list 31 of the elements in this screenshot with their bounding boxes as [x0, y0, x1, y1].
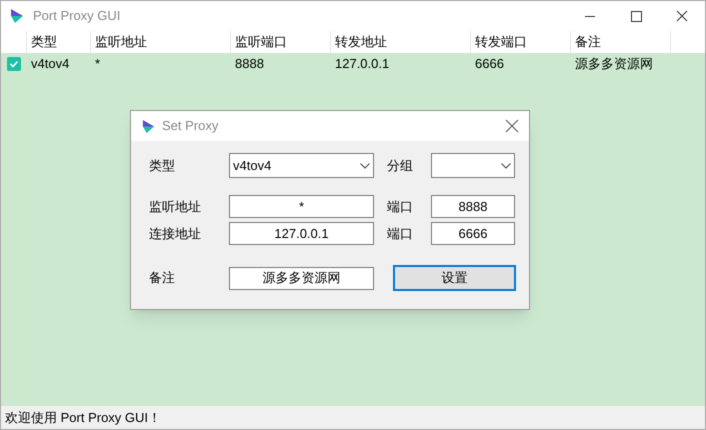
app-logo-icon [9, 8, 25, 24]
window-title: Port Proxy GUI [33, 7, 120, 26]
dialog-title: Set Proxy [162, 117, 218, 136]
field-label: 监听地址 [149, 198, 202, 216]
table-cell-text: * [94, 55, 102, 74]
caret-icon [360, 162, 370, 168]
app-logo-icon [141, 118, 156, 134]
field-label: 连接地址 [149, 224, 202, 243]
table-cell-text: 8888 [234, 55, 265, 74]
status-bar: 欢迎使用 Port Proxy GUI！ [1, 406, 705, 429]
input-field[interactable]: 6666 [431, 222, 515, 245]
table-cell-text: 127.0.0.1 [334, 55, 390, 74]
close-icon[interactable] [505, 119, 519, 133]
input-field[interactable]: 8888 [431, 195, 515, 218]
dropdown[interactable] [431, 153, 515, 178]
input-field[interactable]: * [229, 195, 374, 218]
table-cell-text: 6666 [474, 55, 505, 74]
table-cell-text: 源多多资源网 [574, 55, 654, 74]
check-icon [9, 59, 19, 69]
field-label: 端口 [387, 198, 414, 216]
row-checkbox[interactable] [7, 57, 21, 71]
field-label: 分组 [387, 156, 414, 175]
field-label: 备注 [149, 269, 176, 288]
caret-icon [501, 162, 511, 168]
input-field[interactable]: 源多多资源网 [229, 266, 374, 290]
field-label: 端口 [387, 224, 414, 243]
input-field[interactable]: 127.0.0.1 [229, 222, 374, 245]
field-label: 类型 [149, 156, 176, 175]
dropdown[interactable]: v4tov4 [229, 153, 374, 178]
set-button[interactable]: 设置 [393, 265, 516, 291]
table-cell-text: v4tov4 [30, 55, 70, 74]
